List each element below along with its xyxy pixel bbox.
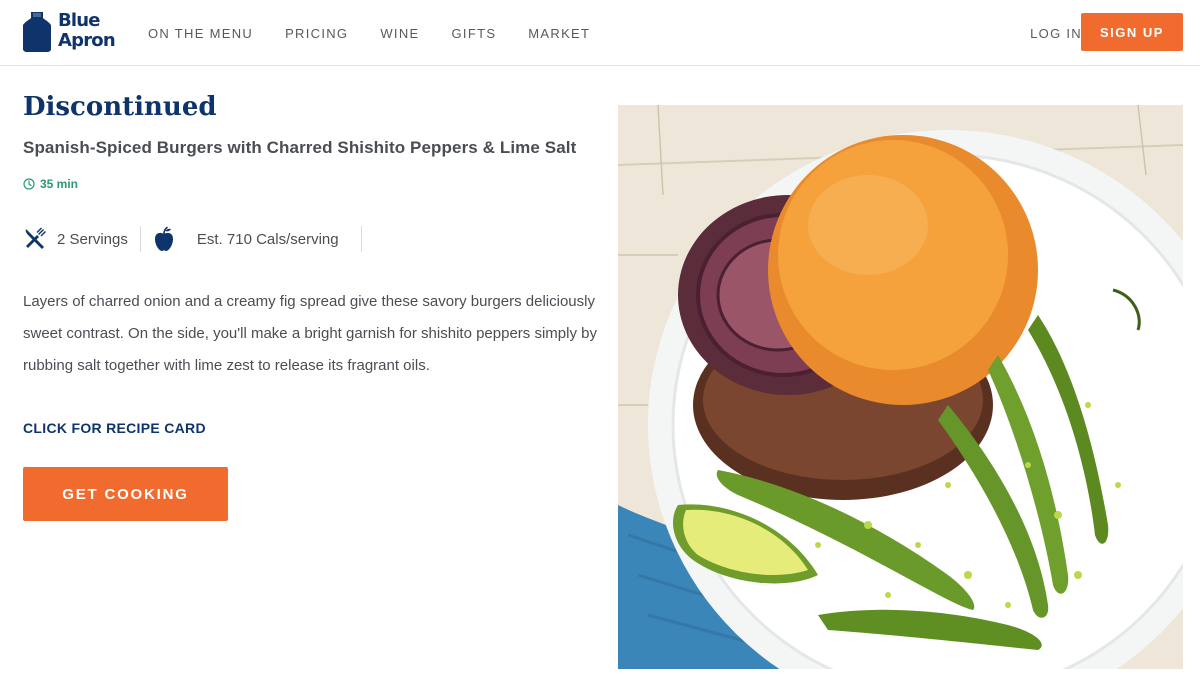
blue-apron-logo[interactable]: Blue Apron	[22, 11, 122, 55]
recipe-photo-illustration	[618, 105, 1183, 669]
recipe-card-link[interactable]: CLICK FOR RECIPE CARD	[23, 420, 206, 436]
recipe-photo	[618, 105, 1183, 669]
logo-line-1: Blue	[58, 10, 101, 31]
servings-value: 2 Servings	[57, 230, 128, 248]
meta-divider	[139, 226, 141, 252]
recipe-status-heading: Discontinued	[23, 92, 217, 122]
nav-item-on-the-menu[interactable]: ON THE MENU	[132, 26, 269, 41]
recipe-description: Layers of charred onion and a creamy fig…	[23, 293, 597, 374]
meta-divider	[360, 226, 362, 252]
utensils-icon	[25, 227, 46, 249]
apron-logo-icon	[23, 12, 51, 52]
signup-button[interactable]: SIGN UP	[1081, 13, 1183, 51]
calories: Est. 710 Cals/serving	[153, 225, 339, 253]
logo-wordmark: Blue Apron	[58, 11, 128, 51]
cook-time-value: 35 min	[40, 177, 79, 191]
nav-item-pricing[interactable]: PRICING	[269, 26, 364, 41]
get-cooking-button[interactable]: GET COOKING	[23, 467, 228, 521]
main-nav: ON THE MENU PRICING WINE GIFTS MARKET	[132, 0, 606, 66]
login-link[interactable]: LOG IN	[1030, 0, 1082, 66]
logo-line-2: Apron	[58, 30, 116, 51]
nav-item-wine[interactable]: WINE	[364, 26, 435, 41]
servings: 2 Servings	[23, 225, 128, 253]
recipe-title: Spanish-Spiced Burgers with Charred Shis…	[23, 138, 577, 157]
calories-value: Est. 710 Cals/serving	[196, 230, 339, 248]
recipe-meta: 2 Servings Est. 710 Cals/serving	[23, 225, 374, 253]
nav-item-market[interactable]: MARKET	[512, 26, 606, 41]
cook-time: 35 min	[23, 177, 78, 191]
nav-item-gifts[interactable]: GIFTS	[436, 26, 513, 41]
site-header: Blue Apron ON THE MENU PRICING WINE GIFT…	[0, 0, 1200, 66]
clock-icon	[23, 178, 35, 190]
apple-icon	[154, 226, 173, 251]
